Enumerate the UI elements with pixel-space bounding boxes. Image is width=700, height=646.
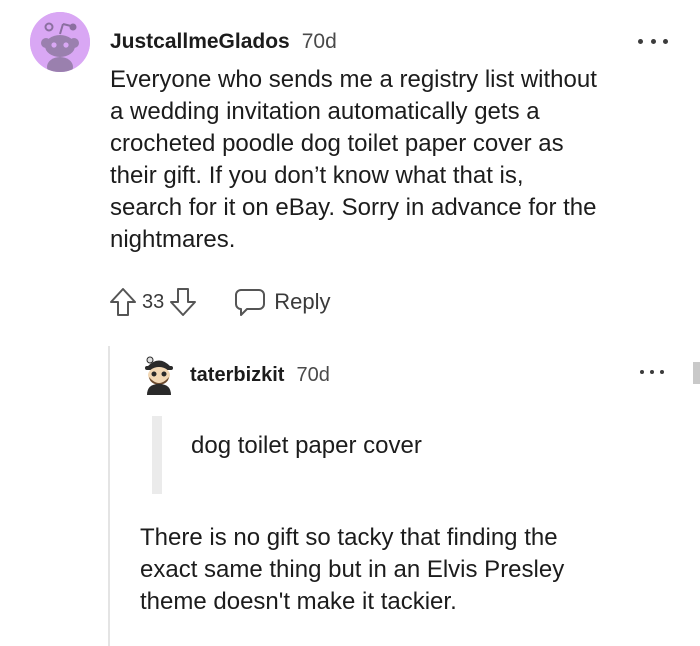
reply-body-line: There is no gift so tacky that finding t… [140,524,558,551]
thread-line[interactable] [108,346,110,646]
reply-body-line: exact same thing but in an Elvis Presley [140,556,565,583]
comment-action-bar: 33 Reply [108,284,331,320]
avatar[interactable] [30,12,90,72]
comment-body-line: nightmares. [110,226,236,253]
comment-body-line: their gift. If you don’t know what that … [110,162,524,189]
comment-header: JustcallmeGlados 70d [110,28,337,56]
custom-avatar-icon [145,356,173,395]
reply-button-label: Reply [274,289,331,314]
reply-author[interactable]: taterbizkit [190,364,284,387]
reply-timestamp[interactable]: 70d [296,364,329,387]
reply-avatar[interactable] [141,355,177,395]
reply-more-options-button[interactable] [640,366,664,378]
comment-body: Everyone who sends me a registry list wi… [110,64,685,256]
reply-body-line: theme doesn't make it tackier. [140,588,457,615]
ellipsis-icon [640,370,644,374]
blockquote-text: dog toilet paper cover [191,432,422,459]
comment-body-line: search for it on eBay. Sorry in advance … [110,194,597,221]
comment-timestamp[interactable]: 70d [302,30,337,54]
downvote-arrow-icon[interactable] [168,286,198,318]
reply-header: taterbizkit 70d [190,362,330,388]
ellipsis-icon [638,38,643,44]
reply-button[interactable]: Reply [234,287,331,317]
comment-thread: JustcallmeGlados 70d Everyone who sends … [0,0,700,646]
speech-bubble-icon [235,289,266,316]
comment-body-line: Everyone who sends me a registry list wi… [110,66,597,93]
snoo-avatar-icon [30,12,90,72]
comment-body-line: a wedding invitation automatically gets … [110,98,540,125]
comment-author[interactable]: JustcallmeGlados [110,30,290,54]
vote-score: 33 [142,290,165,313]
reply-body: There is no gift so tacky that finding t… [140,522,680,618]
more-options-button[interactable] [638,34,668,48]
blockquote-bar [152,416,162,494]
comment-body-line: crocheted poodle dog toilet paper cover … [110,130,564,157]
upvote-arrow-icon[interactable] [108,286,138,318]
scrollbar-thumb[interactable] [693,362,700,384]
